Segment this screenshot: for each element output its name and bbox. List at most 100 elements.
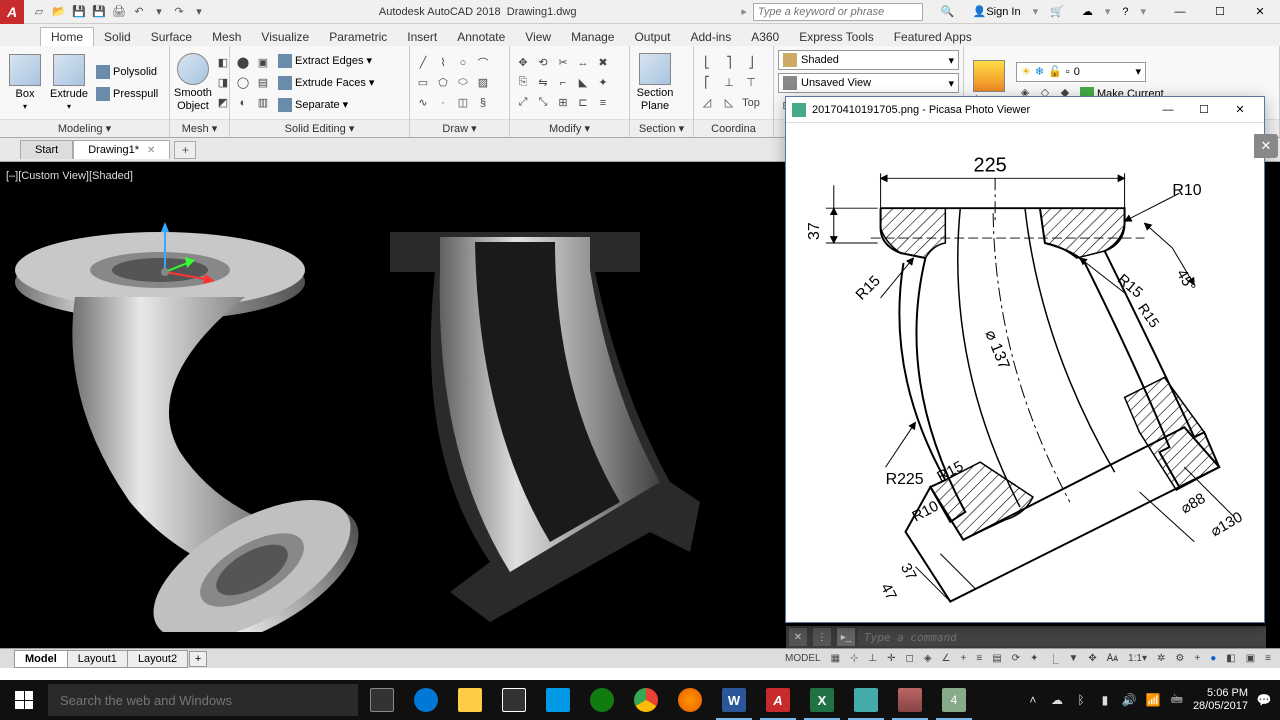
- minimize-button[interactable]: —: [1160, 0, 1200, 24]
- tab-addins[interactable]: Add-ins: [681, 28, 742, 46]
- notifications-icon[interactable]: 💬: [1256, 692, 1272, 708]
- arc-icon[interactable]: ⌒: [474, 54, 492, 72]
- separate-button[interactable]: Separate ▾: [274, 95, 378, 115]
- clean-icon[interactable]: ▣: [1243, 651, 1258, 667]
- otrack-icon[interactable]: ∠: [939, 651, 954, 667]
- imprint-icon[interactable]: ▥: [254, 94, 272, 112]
- ucs-icon[interactable]: ⎣: [698, 54, 716, 72]
- custom-icon[interactable]: ≡: [1262, 651, 1274, 667]
- monitor-icon[interactable]: +: [1191, 651, 1203, 667]
- union-icon[interactable]: ⬤: [234, 54, 252, 72]
- picasa-close-button[interactable]: ✕: [1222, 98, 1258, 122]
- tab-view[interactable]: View: [515, 28, 561, 46]
- close-button[interactable]: ✕: [1240, 0, 1280, 24]
- view-combo[interactable]: Unsaved View▾: [778, 73, 959, 93]
- offset-icon[interactable]: ⊏: [574, 94, 592, 112]
- spline-icon[interactable]: ∿: [414, 94, 432, 112]
- dyninput-icon[interactable]: +: [958, 651, 970, 667]
- ortho-icon[interactable]: ⊥: [865, 651, 880, 667]
- tab-insert[interactable]: Insert: [397, 28, 447, 46]
- slice-icon[interactable]: ▣: [254, 54, 272, 72]
- store-icon[interactable]: [492, 680, 536, 720]
- tab-output[interactable]: Output: [624, 28, 680, 46]
- taskbar-clock[interactable]: 5:06 PM28/05/2017: [1193, 687, 1248, 713]
- maximize-button[interactable]: ☐: [1200, 0, 1240, 24]
- picasa-maximize-button[interactable]: ☐: [1186, 98, 1222, 122]
- region-icon[interactable]: ◫: [454, 94, 472, 112]
- section-plane-button[interactable]: Section Plane: [634, 51, 676, 115]
- tray-up-icon[interactable]: ˄: [1025, 692, 1041, 708]
- doc-tab-drawing1[interactable]: Drawing1*✕: [73, 140, 170, 159]
- smooth-object-button[interactable]: Smooth Object: [174, 51, 212, 115]
- lang-icon[interactable]: 🖮: [1169, 692, 1185, 708]
- doc-tab-start[interactable]: Start: [20, 140, 73, 159]
- onedrive-icon[interactable]: ☁: [1049, 692, 1065, 708]
- grid-icon[interactable]: ▦: [828, 651, 843, 667]
- cmdline-handle-icon[interactable]: ⋮: [813, 628, 831, 646]
- snap-icon[interactable]: ⊹: [847, 651, 861, 667]
- qat-undo-icon[interactable]: ↶: [130, 3, 148, 21]
- search-icon[interactable]: 🔍: [935, 3, 961, 21]
- workspace-icon[interactable]: ⚙: [1172, 651, 1187, 667]
- ellipse-icon[interactable]: ⬭: [454, 74, 472, 92]
- scale-combo[interactable]: 1:1 ▾: [1125, 651, 1150, 667]
- tab-home[interactable]: Home: [40, 27, 94, 46]
- explorer-icon[interactable]: [448, 680, 492, 720]
- excel-icon[interactable]: X: [800, 680, 844, 720]
- trim-icon[interactable]: ✂: [554, 54, 572, 72]
- volume-icon[interactable]: 🔊: [1121, 692, 1137, 708]
- cycling-icon[interactable]: ⟳: [1009, 651, 1023, 667]
- a360-icon[interactable]: ☁: [1076, 3, 1099, 21]
- stretch-icon[interactable]: ⤢: [514, 94, 532, 112]
- autocad-icon[interactable]: A: [756, 680, 800, 720]
- filter-icon[interactable]: ▼: [1065, 651, 1081, 667]
- close-tab-icon[interactable]: ✕: [147, 145, 155, 156]
- battery-icon[interactable]: ▮: [1097, 692, 1113, 708]
- thicken-icon[interactable]: ▤: [254, 74, 272, 92]
- osnap-icon[interactable]: ◻: [903, 651, 917, 667]
- picasa-taskbar-icon[interactable]: [888, 680, 932, 720]
- bluetooth-icon[interactable]: ᛒ: [1073, 692, 1089, 708]
- tab-manage[interactable]: Manage: [561, 28, 624, 46]
- ucs2-icon[interactable]: ⎤: [720, 54, 738, 72]
- wifi-icon[interactable]: 📶: [1145, 692, 1161, 708]
- 3dosnap-icon[interactable]: ◈: [921, 651, 935, 667]
- picasa-minimize-button[interactable]: —: [1150, 98, 1186, 122]
- app-logo[interactable]: A: [0, 0, 24, 24]
- ucs8-icon[interactable]: ◺: [720, 94, 738, 112]
- viewport-label[interactable]: [–][Custom View][Shaded]: [6, 170, 133, 182]
- panel-section-title[interactable]: Section ▾: [630, 119, 693, 137]
- circle-icon[interactable]: ○: [454, 54, 472, 72]
- signin-button[interactable]: 👤 Sign In: [967, 3, 1027, 21]
- extend-icon[interactable]: ↔: [574, 54, 592, 72]
- tab-a360[interactable]: A360: [741, 28, 789, 46]
- command-input[interactable]: [858, 628, 1266, 646]
- help-icon[interactable]: ?: [1116, 3, 1134, 21]
- ucs6-icon[interactable]: ⊤: [742, 74, 760, 92]
- panel-coords-title[interactable]: Coordina: [694, 119, 773, 137]
- extract-edges-button[interactable]: Extract Edges ▾: [274, 51, 378, 71]
- presspull-button[interactable]: Presspull: [92, 84, 162, 104]
- photos-icon[interactable]: [844, 680, 888, 720]
- ucs5-icon[interactable]: ⊥: [720, 74, 738, 92]
- align-icon[interactable]: ≡: [594, 94, 612, 112]
- tab-surface[interactable]: Surface: [141, 28, 202, 46]
- firefox-icon[interactable]: [668, 680, 712, 720]
- copy-icon[interactable]: ⎘: [514, 74, 532, 92]
- misc-app-icon[interactable]: 4: [932, 680, 976, 720]
- cmdline-prompt-icon[interactable]: ▸_: [837, 628, 855, 646]
- scale-icon[interactable]: ⤡: [534, 94, 552, 112]
- extrude-button[interactable]: Extrude▾: [48, 51, 90, 115]
- hardware-icon[interactable]: ●: [1207, 651, 1219, 667]
- qat-save-icon[interactable]: 💾: [70, 3, 88, 21]
- helix-icon[interactable]: §: [474, 94, 492, 112]
- ucs7-icon[interactable]: ◿: [698, 94, 716, 112]
- polysolid-button[interactable]: Polysolid: [92, 62, 162, 82]
- erase-icon[interactable]: ✖: [594, 54, 612, 72]
- cmdline-close-icon[interactable]: ✕: [789, 628, 807, 646]
- start-button[interactable]: [0, 680, 48, 720]
- hatch-icon[interactable]: ▨: [474, 74, 492, 92]
- picasa-viewport[interactable]: 225 37 R10 R15 R15 R15 45° ⌀ 137 R225 R1…: [786, 123, 1264, 622]
- qat-dropdown-icon[interactable]: ▾: [150, 3, 168, 21]
- chrome-icon[interactable]: [624, 680, 668, 720]
